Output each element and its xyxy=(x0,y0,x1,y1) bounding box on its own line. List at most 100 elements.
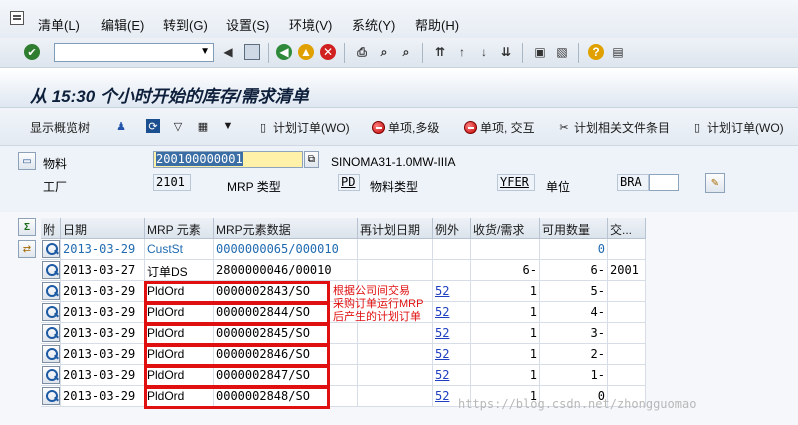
find-next-icon[interactable]: ⌕ xyxy=(398,44,414,60)
material-field[interactable]: 200100000001 xyxy=(153,151,303,168)
select-layout-button[interactable]: ▼ xyxy=(221,119,235,133)
display-element-button[interactable]: ▦ xyxy=(196,119,210,133)
available-qty-cell: 5- xyxy=(540,281,608,302)
col-header-delivery[interactable]: 交... xyxy=(608,218,646,239)
highlight-box xyxy=(144,323,330,346)
menu-environment[interactable]: 环境(V) xyxy=(289,15,332,34)
planned-order-2-button[interactable]: ▯ 计划订单(WO) xyxy=(690,119,784,136)
exception-link[interactable]: 52 xyxy=(433,281,471,302)
previous-page-icon[interactable]: ↑ xyxy=(454,44,470,60)
col-header-available-qty[interactable]: 可用数量 xyxy=(540,218,608,239)
dropdown-arrow-icon[interactable]: ▼ xyxy=(200,46,210,57)
magnifier-icon[interactable] xyxy=(42,366,60,384)
magnifier-icon[interactable] xyxy=(42,324,60,342)
menu-list[interactable]: 清单(L) xyxy=(38,15,80,34)
display-overview-tree-button[interactable]: 显示概览树 xyxy=(30,119,90,136)
detail-cell xyxy=(41,386,61,407)
delivery-cell xyxy=(608,302,646,323)
material-overview-icon[interactable]: ▭ xyxy=(18,152,36,170)
unit-extra-field[interactable] xyxy=(649,174,679,191)
col-header-mrp-element[interactable]: MRP 元素 xyxy=(145,218,214,239)
cancel-icon[interactable]: ✕ xyxy=(320,44,336,60)
last-page-icon[interactable]: ⇊ xyxy=(498,44,514,60)
col-header-attach[interactable]: 附 xyxy=(41,218,61,239)
material-value: 200100000001 xyxy=(156,152,243,166)
next-page-icon[interactable]: ↓ xyxy=(476,44,492,60)
copy-icon[interactable]: ⧉ xyxy=(304,151,319,168)
exit-icon[interactable]: ▲ xyxy=(298,44,314,60)
filter-button[interactable]: ▽ xyxy=(171,119,185,133)
date-cell: 2013-03-29 xyxy=(61,323,145,344)
menu-edit[interactable]: 编辑(E) xyxy=(101,15,144,34)
new-session-icon[interactable]: ▣ xyxy=(532,44,548,60)
single-item-multilevel-button[interactable]: 单项,多级 xyxy=(372,119,439,136)
magnifier-icon[interactable] xyxy=(42,282,60,300)
magnifier-icon[interactable] xyxy=(42,387,60,405)
mrp-element-data-cell[interactable]: 2800000046/00010 xyxy=(214,260,358,281)
mrp-run-icon xyxy=(464,121,477,134)
find-icon[interactable]: ⌕ xyxy=(376,44,392,60)
single-item-cross-button[interactable]: 单项, 交互 xyxy=(464,119,535,136)
available-qty-cell: 3- xyxy=(540,323,608,344)
mrp-run-icon xyxy=(372,121,385,134)
exception-link[interactable]: 52 xyxy=(433,302,471,323)
col-header-mrp-element-data[interactable]: MRP元素数据 xyxy=(214,218,358,239)
print-icon[interactable]: ⎙ xyxy=(354,44,370,60)
command-field[interactable]: ▼ xyxy=(54,43,214,62)
mrp-element-data-cell[interactable]: 0000000065/000010 xyxy=(214,239,358,260)
menu-system[interactable]: 系统(Y) xyxy=(352,15,395,34)
planned-order-button[interactable]: ▯ 计划订单(WO) xyxy=(256,119,350,136)
magnifier-icon[interactable] xyxy=(42,261,60,279)
table-row[interactable]: 2013-03-27 订单DS 2800000046/00010 6- 6- 2001 xyxy=(41,260,798,281)
help-icon[interactable]: ? xyxy=(588,44,604,60)
material-label: 物料 xyxy=(43,157,68,171)
detail-cell xyxy=(41,323,61,344)
exception-link[interactable] xyxy=(433,239,471,260)
system-menu-icon[interactable] xyxy=(10,11,24,25)
planned-order-label: 计划订单(WO) xyxy=(273,121,350,135)
detail-cell xyxy=(41,365,61,386)
shortcut-icon[interactable]: ▧ xyxy=(554,44,570,60)
replan-date-cell xyxy=(358,386,433,407)
date-cell: 2013-03-29 xyxy=(61,281,145,302)
col-header-exception[interactable]: 例外 xyxy=(433,218,471,239)
receipt-req-cell: 1 xyxy=(471,365,540,386)
detail-cell xyxy=(41,281,61,302)
menu-help[interactable]: 帮助(H) xyxy=(415,15,459,34)
magnifier-icon[interactable] xyxy=(42,303,60,321)
menu-settings[interactable]: 设置(S) xyxy=(226,15,269,34)
first-page-icon[interactable]: ⇈ xyxy=(432,44,448,60)
plan-related-file-item-button[interactable]: ✂ 计划相关文件条目 xyxy=(557,119,670,136)
replan-date-cell xyxy=(358,239,433,260)
annotation-line: 采购订单运行MRP xyxy=(333,298,424,310)
magnifier-icon[interactable] xyxy=(42,240,60,258)
edit-pencil-icon[interactable]: ✎ xyxy=(705,173,725,193)
table-row[interactable]: 2013-03-29 CustSt 0000000065/000010 0 xyxy=(41,239,798,260)
back-icon[interactable]: ◀ xyxy=(276,44,292,60)
delivery-cell xyxy=(608,365,646,386)
save-icon[interactable] xyxy=(244,44,260,60)
exception-link[interactable]: 52 xyxy=(433,344,471,365)
move-icon[interactable]: ⇄ xyxy=(18,240,36,258)
col-header-replan-date[interactable]: 再计划日期 xyxy=(358,218,433,239)
person-icon-button[interactable]: ♟ xyxy=(114,119,128,133)
exception-link[interactable]: 52 xyxy=(433,365,471,386)
collapse-arrow-icon[interactable]: ◀ xyxy=(220,44,236,60)
magnifier-icon[interactable] xyxy=(42,345,60,363)
exception-link[interactable]: 52 xyxy=(433,323,471,344)
sum-icon[interactable]: Σ xyxy=(18,218,36,236)
menu-goto[interactable]: 转到(G) xyxy=(163,15,208,34)
col-header-date[interactable]: 日期 xyxy=(61,218,145,239)
receipt-req-cell: 1 xyxy=(471,323,540,344)
single-item-multilevel-label: 单项,多级 xyxy=(388,121,440,135)
exception-link[interactable] xyxy=(433,260,471,281)
col-header-receipt-req[interactable]: 收货/需求 xyxy=(471,218,540,239)
mrp-type-label: MRP 类型 xyxy=(227,180,281,194)
highlight-box xyxy=(144,344,330,367)
watermark: https://blog.csdn.net/zhongguomao xyxy=(458,397,697,411)
layout-icon[interactable]: ▤ xyxy=(610,44,626,60)
enter-check-icon[interactable]: ✔ xyxy=(24,44,40,60)
refresh-button[interactable]: ⟳ xyxy=(146,119,160,133)
highlight-box xyxy=(144,281,330,304)
mrp-element-cell: 订单DS xyxy=(145,260,214,281)
